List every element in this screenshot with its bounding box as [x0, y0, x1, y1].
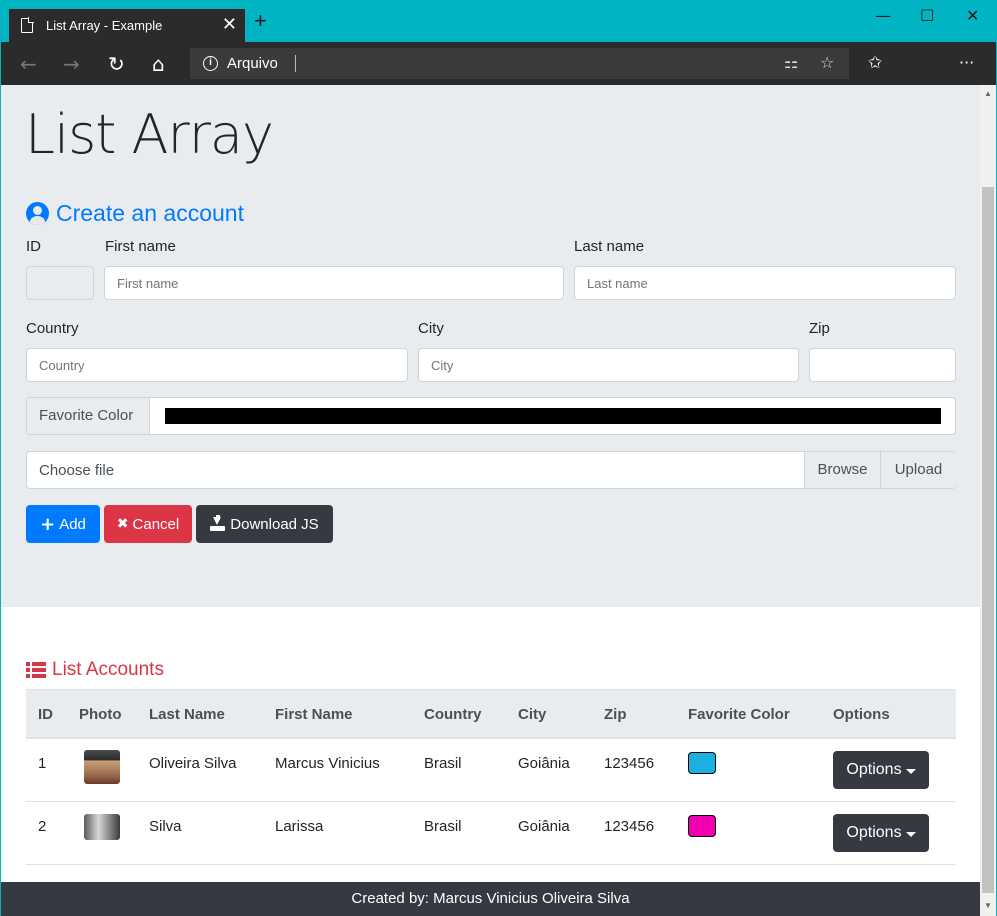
back-arrow-icon[interactable]: ← — [20, 52, 37, 76]
create-account-heading: Create an account — [26, 200, 244, 227]
cell-id: 2 — [38, 818, 47, 835]
refresh-icon[interactable]: ↻ — [108, 52, 125, 76]
minimize-icon[interactable]: — — [875, 6, 891, 25]
caret-down-icon — [905, 831, 916, 837]
options-dropdown-button[interactable]: Options — [833, 814, 929, 852]
caret-down-icon — [905, 768, 916, 774]
favorite-color-group: Favorite Color — [26, 397, 956, 435]
home-icon[interactable]: ⌂ — [152, 52, 165, 76]
more-menu-icon[interactable]: ··· — [959, 53, 974, 72]
column-header: First Name — [275, 706, 353, 723]
user-circle-icon — [26, 202, 49, 225]
scrollbar-thumb[interactable] — [982, 187, 994, 893]
address-text: Arquivo — [227, 55, 278, 72]
download-js-button[interactable]: Download JS — [196, 505, 333, 543]
cell-city: Goiânia — [518, 818, 570, 835]
account-photo — [84, 814, 120, 840]
list-accounts-heading: List Accounts — [26, 659, 164, 681]
address-bar[interactable]: i Arquivo ⚏ ☆ — [190, 48, 849, 79]
favorite-color-label: Favorite Color — [27, 398, 150, 434]
first-name-label: First name — [105, 238, 176, 255]
browser-toolbar: ← → ↻ ⌂ i Arquivo ⚏ ☆ ✩ ··· — [1, 42, 996, 85]
page-footer: Created by: Marcus Vinicius Oliveira Sil… — [1, 882, 980, 916]
options-dropdown-button[interactable]: Options — [833, 751, 929, 789]
cell-city: Goiânia — [518, 755, 570, 772]
favorite-color-swatch — [688, 752, 716, 774]
create-account-heading-text: Create an account — [56, 200, 244, 226]
add-button-label: Add — [59, 515, 86, 533]
cell-country: Brasil — [424, 755, 462, 772]
table-row: 1 Oliveira Silva Marcus Vinicius Brasil … — [26, 739, 956, 802]
column-header: Zip — [604, 706, 627, 723]
text-caret — [295, 55, 296, 72]
column-header: City — [518, 706, 547, 723]
cell-first-name: Marcus Vinicius — [275, 755, 380, 772]
close-window-icon[interactable]: ✕ — [966, 6, 979, 25]
new-tab-icon[interactable]: + — [254, 10, 267, 32]
id-field — [26, 266, 94, 300]
account-photo — [84, 750, 120, 784]
column-header: ID — [38, 706, 53, 723]
last-name-field[interactable] — [574, 266, 956, 300]
cell-country: Brasil — [424, 818, 462, 835]
upload-button[interactable]: Upload — [880, 452, 956, 488]
list-accounts-heading-text: List Accounts — [52, 659, 164, 680]
page-viewport: List Array Create an account ID First na… — [1, 85, 980, 916]
city-label: City — [418, 320, 444, 337]
last-name-label: Last name — [574, 238, 645, 255]
column-header: Last Name — [149, 706, 225, 723]
reading-view-icon[interactable]: ⚏ — [784, 53, 798, 72]
plus-icon: + — [40, 513, 56, 535]
maximize-icon[interactable]: ☐ — [920, 6, 934, 25]
cancel-button[interactable]: ✖ Cancel — [104, 505, 192, 543]
page-title: List Array — [25, 103, 274, 166]
title-bar: List Array - Example ✕ + — ☐ ✕ — [1, 1, 996, 42]
forward-arrow-icon[interactable]: → — [63, 52, 80, 76]
table-header: ID Photo Last Name First Name Country Ci… — [26, 689, 956, 739]
list-icon — [26, 662, 46, 678]
download-icon — [210, 515, 226, 531]
cell-id: 1 — [38, 755, 47, 772]
country-field[interactable] — [26, 348, 408, 382]
column-header: Options — [833, 706, 890, 723]
options-label: Options — [846, 824, 902, 841]
file-input-group: Choose file Browse Upload — [26, 451, 956, 489]
country-label: Country — [26, 320, 79, 337]
browser-window: List Array - Example ✕ + — ☐ ✕ ← → ↻ ⌂ i… — [0, 0, 997, 916]
browse-button[interactable]: Browse — [804, 452, 880, 488]
favorite-color-picker[interactable] — [165, 408, 941, 424]
browser-tab[interactable]: List Array - Example ✕ — [9, 9, 245, 42]
vertical-scrollbar[interactable]: ▲ ▼ — [980, 85, 996, 916]
tab-title: List Array - Example — [46, 18, 163, 33]
form-section: List Array Create an account ID First na… — [1, 85, 980, 607]
cell-last-name: Oliveira Silva — [149, 755, 237, 772]
table-row: 2 Silva Larissa Brasil Goiânia 123456 Op… — [26, 802, 956, 865]
download-js-button-label: Download JS — [230, 515, 319, 533]
first-name-field[interactable] — [104, 266, 564, 300]
favorites-hub-icon[interactable]: ✩ — [868, 53, 882, 73]
info-icon[interactable]: i — [203, 56, 218, 71]
add-button[interactable]: + Add — [26, 505, 100, 543]
times-icon: ✖ — [116, 516, 129, 532]
column-header: Favorite Color — [688, 706, 790, 723]
cell-last-name: Silva — [149, 818, 182, 835]
favorite-star-icon[interactable]: ☆ — [820, 53, 834, 72]
tab-close-icon[interactable]: ✕ — [222, 14, 237, 35]
cell-zip: 123456 — [604, 755, 655, 772]
favorite-color-swatch — [688, 815, 716, 837]
page-icon — [21, 17, 34, 33]
choose-file-label[interactable]: Choose file — [39, 462, 114, 479]
cell-first-name: Larissa — [275, 818, 324, 835]
zip-field[interactable] — [809, 348, 956, 382]
scroll-up-icon[interactable]: ▲ — [984, 89, 992, 98]
column-header: Country — [424, 706, 482, 723]
cancel-button-label: Cancel — [132, 515, 180, 533]
scroll-down-icon[interactable]: ▼ — [984, 901, 992, 910]
column-header: Photo — [79, 706, 122, 723]
zip-label: Zip — [809, 320, 830, 337]
cell-zip: 123456 — [604, 818, 655, 835]
city-field[interactable] — [418, 348, 799, 382]
options-label: Options — [846, 761, 902, 778]
id-label: ID — [26, 238, 41, 255]
